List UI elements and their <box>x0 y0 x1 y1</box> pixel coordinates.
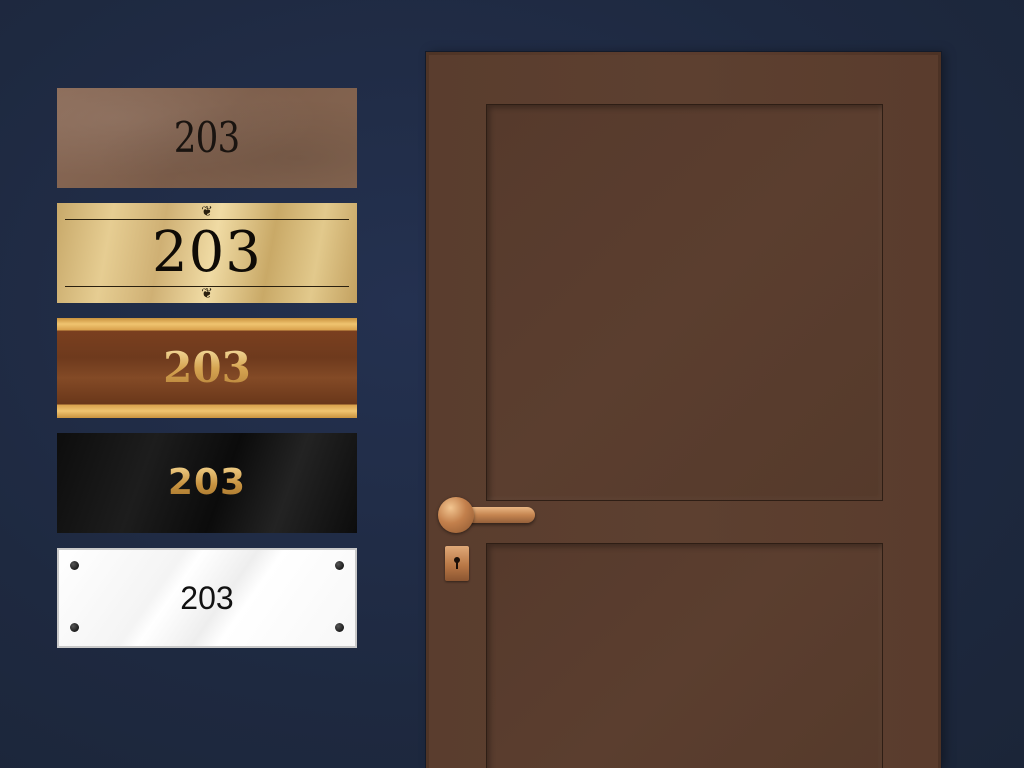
plaque-option-white-acrylic[interactable]: 203 <box>57 548 357 648</box>
standoff-screw-icon <box>335 561 344 570</box>
plaque-number: 203 <box>174 113 240 162</box>
door-panel-upper <box>486 104 883 501</box>
plaque-number: 203 <box>167 462 247 503</box>
plaque-number: 203 <box>152 220 262 285</box>
standoff-screw-icon <box>70 561 79 570</box>
ornament-bottom-icon: ❦ <box>201 286 213 302</box>
keyhole-plate <box>445 546 469 581</box>
door-panel-lower <box>486 543 883 768</box>
door-handle-rosette[interactable] <box>438 497 474 533</box>
door-leaf <box>429 55 938 768</box>
keyhole-icon <box>454 557 460 569</box>
plaque-number: 203 <box>180 580 234 616</box>
plaque-option-brown-leather[interactable]: 203 <box>57 88 357 188</box>
plaque-option-walnut-gold[interactable]: 203 <box>57 318 357 418</box>
standoff-screw-icon <box>70 623 79 632</box>
plaque-number: 203 <box>163 343 251 392</box>
plaque-option-black-gold[interactable]: 203 <box>57 433 357 533</box>
plaque-option-brass-ornate[interactable]: ❦ ❦ 203 <box>57 203 357 303</box>
door <box>426 52 941 768</box>
ornament-top-icon: ❦ <box>201 204 213 220</box>
standoff-screw-icon <box>335 623 344 632</box>
